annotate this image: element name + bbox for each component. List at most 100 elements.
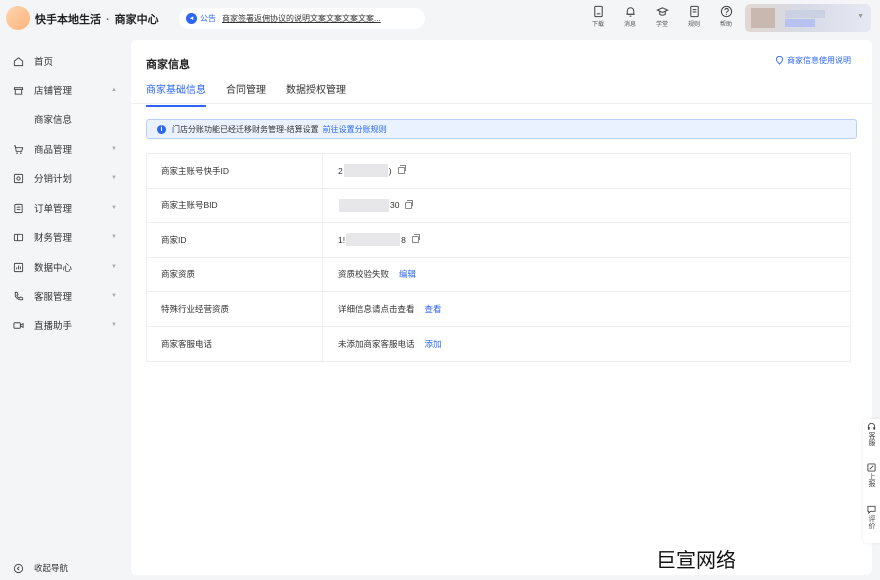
- collapse-nav-button[interactable]: 收起导航: [0, 557, 131, 579]
- merchant-id-suffix: 8: [401, 234, 406, 245]
- table-row: 商家客服电话 未添加商家客服电话 添加: [147, 326, 850, 361]
- sidebar-item-label: 分销计划: [34, 174, 73, 185]
- sidebar-item-live-assistant[interactable]: 直播助手 ▼: [0, 314, 131, 336]
- download-icon: [593, 5, 603, 18]
- chevron-down-icon: ▼: [111, 293, 117, 299]
- special-qualification-text: 详细信息请点击查看: [338, 303, 415, 314]
- brand-logo[interactable]: [6, 6, 30, 30]
- user-name-redacted: [785, 10, 825, 18]
- header-tools: 下载 消息 学堂 规则 帮助: [582, 5, 742, 28]
- sidebar: 首页 店铺管理 ▲ 商家信息 商品管理 ▼ 分销计划 ▼ 订单管理 ▼ 财务管理…: [0, 40, 131, 580]
- feedback-label: 评价: [868, 515, 875, 529]
- bid-suffix: 30: [390, 200, 400, 211]
- home-icon: [13, 56, 24, 66]
- distribution-icon: [13, 173, 24, 183]
- report-button[interactable]: 上报: [863, 463, 880, 487]
- row-value: 未添加商家客服电话 添加: [323, 338, 442, 350]
- info-alert: i 门店分账功能已经迁移财务管理-结算设置 前往设置分账规则: [146, 119, 857, 139]
- help-button[interactable]: 帮助: [710, 5, 742, 28]
- bell-icon: [625, 7, 635, 17]
- store-icon: [13, 86, 24, 95]
- chevron-up-icon: ▲: [111, 87, 117, 93]
- sidebar-item-label: 商家信息: [34, 115, 73, 126]
- chevron-down-icon: ▼: [111, 234, 117, 240]
- table-row: 商家主账号快手ID 2): [147, 154, 850, 189]
- merchant-info-help-link[interactable]: 商家信息使用说明: [775, 55, 851, 66]
- sidebar-item-customer-service[interactable]: 客服管理 ▼: [0, 285, 131, 307]
- sidebar-item-label: 商品管理: [34, 145, 73, 156]
- comment-icon: [867, 505, 876, 514]
- floating-toolbar: 客服 上报 评价: [863, 419, 880, 543]
- sidebar-item-data-center[interactable]: 数据中心 ▼: [0, 256, 131, 278]
- sidebar-item-merchant-info[interactable]: 商家信息: [0, 108, 131, 130]
- brand-section: 商家中心: [114, 14, 159, 26]
- copy-icon[interactable]: [397, 165, 406, 175]
- messages-button[interactable]: 消息: [614, 5, 646, 28]
- table-row: 特殊行业经营资质 详细信息请点击查看 查看: [147, 292, 850, 327]
- page-title: 商家信息: [146, 59, 190, 71]
- announcement-text[interactable]: 商家签署返佣协议的说明文案文案文案文案...: [222, 13, 414, 24]
- sidebar-item-home[interactable]: 首页: [0, 50, 131, 72]
- merchant-info-table: 商家主账号快手ID 2) 商家主账号BID 30 商家ID 1! 8 商家资质 资…: [146, 153, 851, 362]
- brand-separator: ·: [106, 14, 110, 26]
- qualification-status: 资质校验失败: [338, 269, 390, 280]
- announcement-bar[interactable]: ◂ 公告 商家签署返佣协议的说明文案文案文案文案...: [179, 8, 425, 29]
- row-value: 30: [323, 198, 414, 212]
- sidebar-item-store[interactable]: 店铺管理 ▲: [0, 79, 131, 101]
- edit-icon: [867, 463, 876, 472]
- chevron-down-icon: ▼: [111, 146, 117, 152]
- info-icon: i: [157, 124, 166, 134]
- collapse-icon: [13, 563, 24, 573]
- view-link[interactable]: 查看: [425, 303, 442, 315]
- user-shop-redacted: [785, 19, 815, 27]
- edit-link[interactable]: 编辑: [399, 268, 416, 280]
- feedback-button[interactable]: 评价: [863, 505, 880, 529]
- chevron-down-icon: ▼: [111, 175, 117, 181]
- main-panel: 商家信息 商家信息使用说明 商家基础信息 合同管理 数据授权管理 i 门店分账功…: [131, 40, 872, 575]
- sidebar-item-products[interactable]: 商品管理 ▼: [0, 138, 131, 160]
- sidebar-item-distribution[interactable]: 分销计划 ▼: [0, 167, 131, 189]
- alert-link[interactable]: 前往设置分账规则: [323, 124, 387, 135]
- brand-name: 快手本地生活: [35, 14, 101, 26]
- add-phone-link[interactable]: 添加: [425, 338, 442, 350]
- cart-icon: [13, 144, 24, 154]
- copy-icon[interactable]: [405, 199, 414, 209]
- headset-icon: [867, 422, 876, 430]
- alert-text: 门店分账功能已经迁移财务管理-结算设置: [172, 124, 319, 134]
- sidebar-item-label: 数据中心: [34, 263, 73, 274]
- kuaishou-id-prefix: 2: [338, 165, 343, 176]
- chevron-down-icon: ▼: [111, 322, 117, 328]
- redacted-block: [346, 233, 401, 247]
- row-value: 2): [323, 164, 406, 178]
- messages-label: 消息: [623, 22, 636, 28]
- announcement-icon: ◂: [186, 13, 197, 24]
- table-row: 商家资质 资质校验失败 编辑: [147, 257, 850, 292]
- sidebar-item-orders[interactable]: 订单管理 ▼: [0, 197, 131, 219]
- customer-service-button[interactable]: 客服: [863, 422, 880, 446]
- help-label: 帮助: [719, 22, 732, 28]
- phone-icon: [14, 291, 24, 300]
- rules-label: 规则: [687, 22, 700, 28]
- row-key: 商家资质: [147, 257, 323, 291]
- collapse-nav-label: 收起导航: [34, 563, 69, 573]
- row-value: 资质校验失败 编辑: [323, 268, 416, 280]
- sidebar-item-label: 直播助手: [34, 321, 73, 332]
- watermark-text: 巨宣网络: [656, 548, 736, 572]
- wallet-icon: [13, 233, 24, 241]
- merchant-id-prefix: 1!: [338, 234, 346, 245]
- rules-button[interactable]: 规则: [678, 5, 710, 28]
- announcement-tag: 公告: [200, 14, 216, 23]
- academy-button[interactable]: 学堂: [646, 5, 678, 28]
- user-menu[interactable]: ▼: [745, 4, 871, 32]
- graduation-cap-icon: [655, 7, 669, 16]
- sidebar-item-label: 财务管理: [34, 233, 73, 244]
- copy-icon[interactable]: [411, 234, 420, 244]
- row-key: 商家ID: [147, 223, 323, 257]
- row-value: 1! 8: [323, 233, 420, 247]
- order-icon: [14, 203, 23, 213]
- sidebar-item-finance[interactable]: 财务管理 ▼: [0, 226, 131, 248]
- download-label: 下载: [591, 22, 604, 28]
- avatar: [751, 8, 775, 28]
- download-button[interactable]: 下载: [582, 5, 614, 28]
- row-value: 详细信息请点击查看 查看: [323, 303, 442, 315]
